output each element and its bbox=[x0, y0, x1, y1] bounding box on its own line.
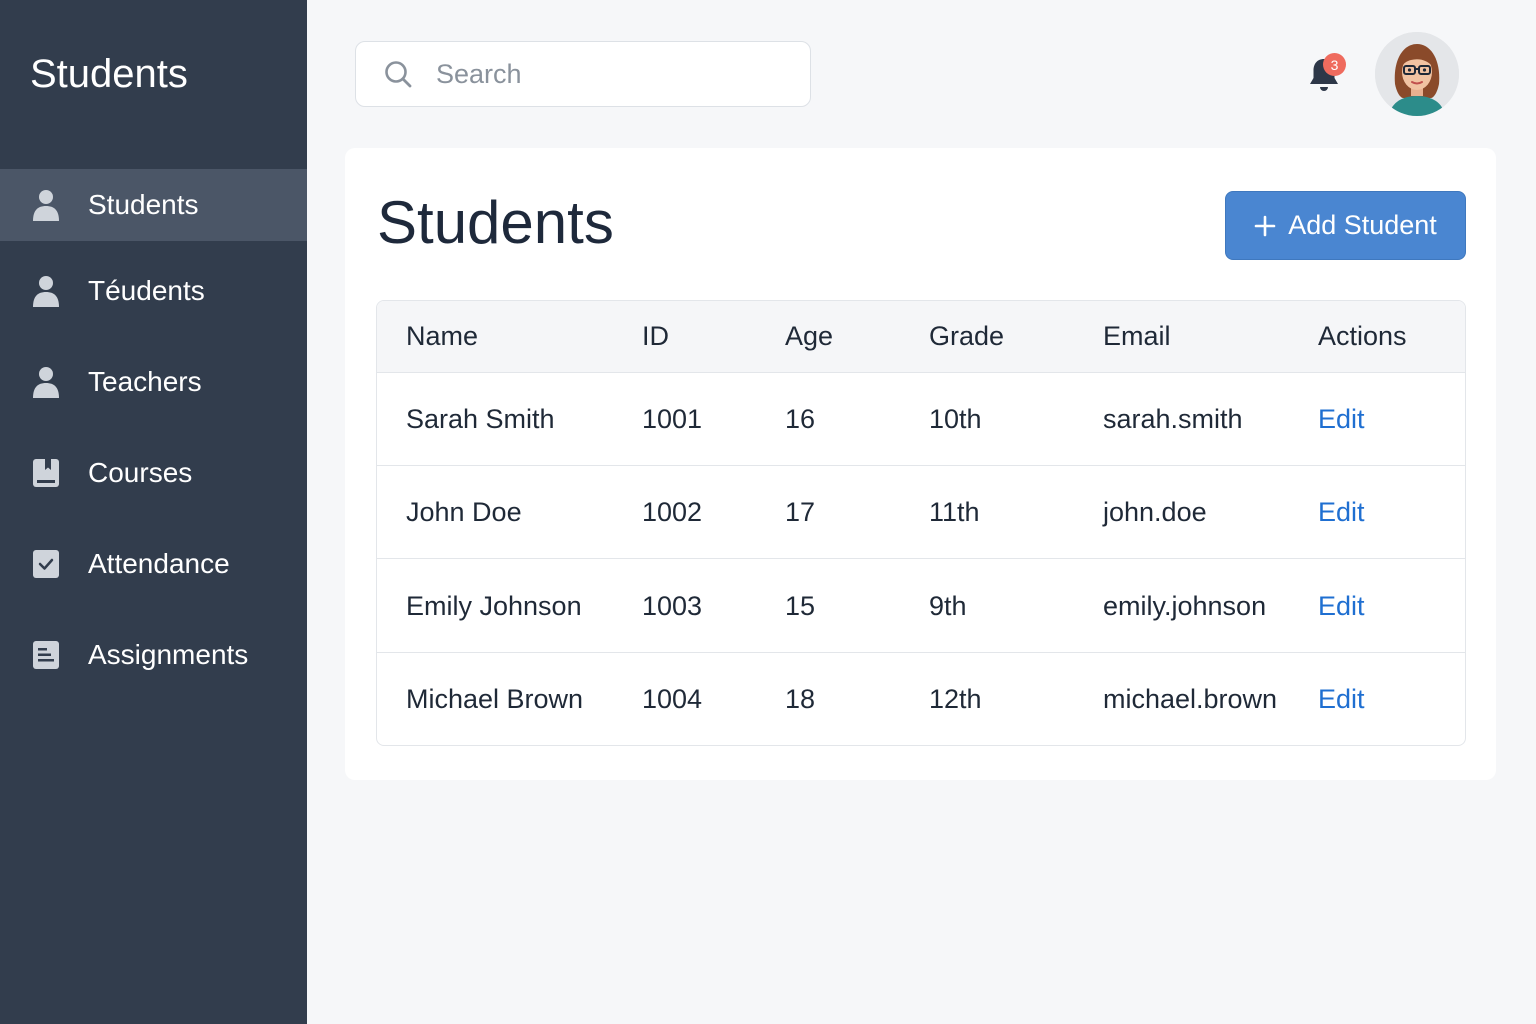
edit-link[interactable]: Edit bbox=[1318, 653, 1365, 745]
cell-age: 15 bbox=[785, 590, 816, 621]
avatar-woman-glasses-icon bbox=[1375, 32, 1459, 116]
cell-email: john.doe bbox=[1103, 496, 1207, 527]
sidebar-item-courses[interactable]: Courses bbox=[0, 437, 307, 509]
column-header-name[interactable]: Name bbox=[406, 301, 478, 372]
cell-grade: 9th bbox=[929, 590, 967, 621]
cell-name: Michael Brown bbox=[406, 684, 584, 714]
table-header: Name ID Age Grade Email Actions bbox=[377, 301, 1465, 373]
user-icon bbox=[32, 188, 60, 222]
table-row: Emily Johnson 1003 15 9th emily.johnson … bbox=[377, 560, 1465, 653]
edit-link[interactable]: Edit bbox=[1318, 466, 1365, 558]
cell-id: 1003 bbox=[642, 590, 703, 621]
column-header-grade[interactable]: Grade bbox=[929, 301, 1004, 372]
cell-grade: 10th bbox=[929, 403, 982, 434]
cell-age: 16 bbox=[785, 403, 816, 434]
students-table: Name ID Age Grade Email Actions Sarah Sm… bbox=[376, 300, 1466, 746]
sidebar-item-teudents[interactable]: Téudents bbox=[0, 255, 307, 327]
sidebar-brand: Students bbox=[30, 52, 188, 96]
table-row: Michael Brown 1004 18 12th michael.brown… bbox=[377, 653, 1465, 745]
cell-name: Sarah Smith bbox=[406, 403, 555, 434]
notification-badge: 3 bbox=[1323, 53, 1346, 76]
column-header-id[interactable]: ID bbox=[642, 301, 669, 372]
sidebar-item-label: Students bbox=[88, 189, 199, 220]
user-icon bbox=[32, 365, 60, 399]
cell-email: sarah.smith bbox=[1103, 403, 1243, 434]
cell-id: 1001 bbox=[642, 403, 703, 434]
search-box[interactable] bbox=[355, 41, 811, 107]
table-row: John Doe 1002 17 11th john.doe Edit bbox=[377, 466, 1465, 559]
sidebar-item-teachers[interactable]: Teachers bbox=[0, 346, 307, 418]
column-header-actions: Actions bbox=[1318, 321, 1407, 351]
page-title: Students bbox=[377, 189, 614, 256]
checkbox-icon bbox=[32, 547, 60, 581]
search-icon bbox=[384, 60, 412, 88]
sidebar-item-students[interactable]: Students bbox=[0, 169, 307, 241]
cell-email: michael.brown bbox=[1103, 684, 1278, 714]
search-input[interactable] bbox=[436, 58, 776, 90]
sidebar-item-label: Courses bbox=[88, 457, 193, 488]
sidebar-item-label: Attendance bbox=[88, 548, 230, 579]
cell-name: Emily Johnson bbox=[406, 590, 582, 621]
sidebar-item-label: Téudents bbox=[88, 275, 205, 306]
add-student-button[interactable]: Add Student bbox=[1225, 191, 1466, 260]
sidebar: Students Students Téudents Teachers Cour… bbox=[0, 0, 307, 1024]
cell-grade: 11th bbox=[929, 496, 980, 527]
book-icon bbox=[32, 456, 60, 490]
edit-link[interactable]: Edit bbox=[1318, 373, 1365, 465]
edit-link[interactable]: Edit bbox=[1318, 560, 1365, 652]
column-header-age[interactable]: Age bbox=[785, 301, 833, 372]
plus-icon bbox=[1254, 215, 1276, 237]
cell-age: 17 bbox=[785, 496, 816, 527]
cell-id: 1004 bbox=[642, 684, 703, 714]
cell-age: 18 bbox=[785, 684, 816, 714]
cell-grade: 12th bbox=[929, 684, 982, 714]
cell-name: John Doe bbox=[406, 496, 522, 527]
column-header-email[interactable]: Email bbox=[1103, 301, 1171, 372]
table-row: Sarah Smith 1001 16 10th sarah.smith Edi… bbox=[377, 373, 1465, 466]
sidebar-item-label: Teachers bbox=[88, 366, 202, 397]
sidebar-item-label: Assignments bbox=[88, 639, 249, 670]
user-icon bbox=[32, 274, 60, 308]
avatar[interactable] bbox=[1375, 32, 1459, 116]
add-student-label: Add Student bbox=[1288, 210, 1437, 240]
sidebar-item-attendance[interactable]: Attendance bbox=[0, 528, 307, 600]
document-icon bbox=[32, 638, 60, 672]
sidebar-item-assignments[interactable]: Assignments bbox=[0, 619, 307, 691]
cell-email: emily.johnson bbox=[1103, 590, 1267, 621]
cell-id: 1002 bbox=[642, 496, 703, 527]
